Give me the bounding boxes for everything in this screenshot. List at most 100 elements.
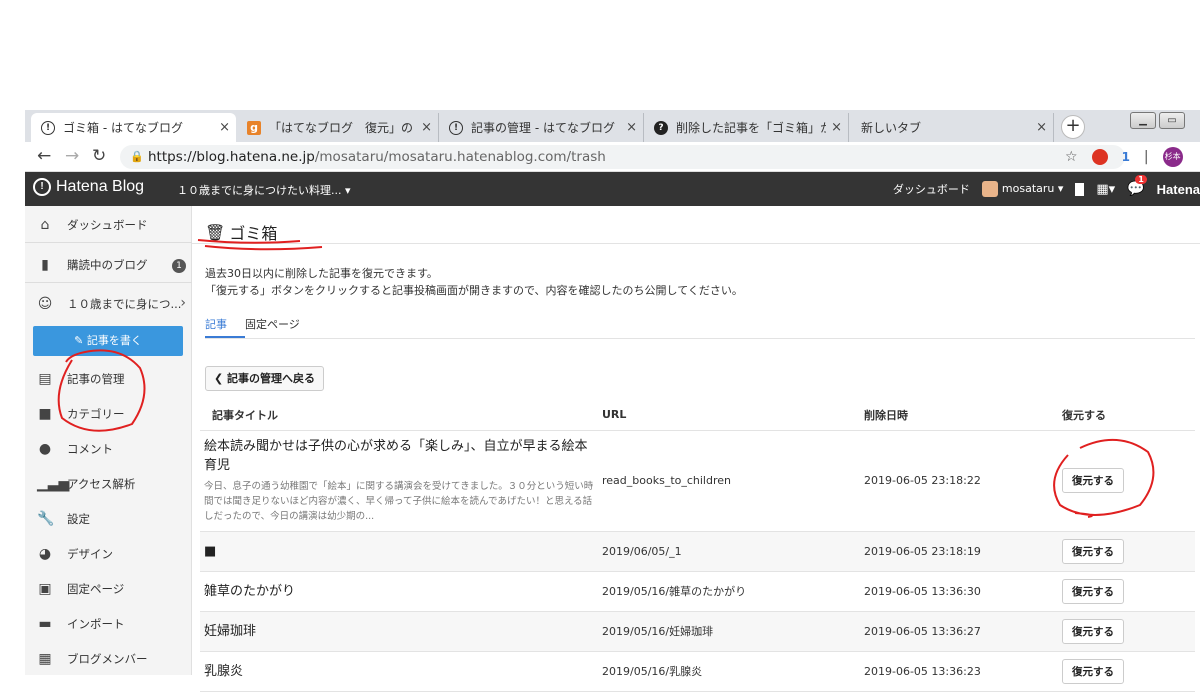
close-icon[interactable]: × (421, 120, 432, 135)
restore-button[interactable]: 復元する (1062, 578, 1124, 604)
url-cell: 2019/05/16/乳腺炎 (602, 651, 864, 692)
col-title: 記事タイトル (200, 400, 602, 431)
extension-icon[interactable] (1091, 149, 1108, 165)
trash-table: 記事タイトル URL 削除日時 復元する 絵本読み聞かせは子供の心が求める「楽し… (200, 400, 1195, 692)
title-cell: 乳腺炎 (200, 651, 602, 692)
tab-title: 新しいタブ (861, 121, 922, 135)
sidebar-item-comments[interactable]: ● コメント (25, 431, 192, 466)
close-icon[interactable]: × (1036, 120, 1047, 135)
restore-button[interactable]: 復元する (1062, 538, 1124, 564)
url-field[interactable]: 🔒 https://blog.hatena.ne.jp/mosataru/mos… (120, 145, 1125, 169)
dashboard-link[interactable]: ダッシュボード (893, 181, 970, 197)
back-arrow-icon[interactable]: ← (37, 146, 51, 166)
article-excerpt: 今日、息子の通う幼稚園で「絵本」に関する講演会を受けてきました。３０分という短い… (204, 481, 594, 522)
separator: | (1143, 149, 1149, 165)
url-host: https://blog.hatena.ne.jp (148, 149, 315, 165)
extension-badge-icon[interactable]: 1 (1122, 150, 1130, 164)
tab-article-manage[interactable]: ! 記事の管理 - はてなブログ × (439, 113, 644, 142)
url-cell: 2019/05/16/雑草のたかがり (602, 571, 864, 612)
sidebar-item-dashboard[interactable]: ⌂ ダッシュボード (25, 208, 192, 243)
sidebar-item-members[interactable]: ▦ ブログメンバー (25, 641, 192, 676)
browser-tab-bar: ! ゴミ箱 - はてなブログ × g 「はてなブログ 復元」の × ! 記事の管… (25, 110, 1200, 142)
title-cell: 雑草のたかがり (200, 571, 602, 612)
palette-icon: ◕ (38, 545, 52, 562)
article-title[interactable]: 妊婦珈琲 (204, 622, 602, 641)
sidebar-item-label: アクセス解析 (67, 476, 136, 491)
deleted-cell: 2019-06-05 23:18:22 (864, 430, 1062, 532)
sidebar-item-design[interactable]: ◕ デザイン (25, 536, 192, 571)
members-icon: ▦ (38, 650, 52, 667)
restore-button[interactable]: 復元する (1062, 618, 1124, 644)
article-title[interactable]: 雑草のたかがり (204, 582, 602, 601)
article-title[interactable]: 絵本読み聞かせは子供の心が求める「楽しみ」、自立が早まる絵本育児 (204, 437, 594, 475)
window-controls: ▁ ▭ (1130, 112, 1185, 129)
tab-help[interactable]: ? 削除した記事を「ゴミ箱」から × (644, 113, 849, 142)
tab-articles[interactable]: 記事 (205, 316, 227, 332)
description: 過去30日以内に削除した記事を復元できます。 「復元する」ボタンをクリックすると… (205, 265, 743, 299)
help-icon: ? (654, 120, 668, 135)
restore-button[interactable]: 復元する (1062, 468, 1124, 493)
profile-avatar[interactable]: 杉本 (1162, 147, 1183, 167)
grid-menu-icon[interactable]: ▦▾ (1096, 182, 1115, 197)
close-icon[interactable]: × (219, 120, 230, 135)
star-icon[interactable]: ☆ (1065, 149, 1078, 165)
close-icon[interactable]: × (626, 120, 637, 135)
hatena-brand[interactable]: Hatena (1157, 182, 1200, 197)
col-restore: 復元する (1062, 400, 1195, 431)
sidebar-item-analytics[interactable]: ▁▃▅ アクセス解析 (25, 466, 192, 501)
tab-google-search[interactable]: g 「はてなブログ 復元」の × (237, 113, 439, 142)
sidebar-item-label: コメント (67, 441, 113, 456)
sidebar-item-label: インポート (67, 616, 125, 631)
count-badge: 1 (172, 259, 186, 273)
divider (192, 243, 1200, 244)
main-content: 🗑 ゴミ箱 過去30日以内に削除した記事を復元できます。 「復元する」ボタンをク… (192, 206, 1200, 692)
page-title: 🗑 ゴミ箱 (205, 220, 277, 244)
article-title[interactable]: ■ (204, 542, 602, 561)
write-article-button[interactable]: ✎ 記事を書く (33, 326, 183, 356)
notification-icon[interactable]: 💬 1 (1127, 175, 1147, 197)
sidebar-item-articles[interactable]: ▤ 記事の管理 (25, 361, 192, 396)
blog-selector[interactable]: １０歳までに身につけたい料理... ▾ (177, 182, 351, 198)
restore-button[interactable]: 復元する (1062, 658, 1124, 684)
tab-title: 削除した記事を「ゴミ箱」から (676, 121, 826, 135)
sidebar-item-category[interactable]: ■ カテゴリー (25, 396, 192, 431)
tab-new[interactable]: 新しいタブ × (849, 113, 1054, 142)
new-tab-button[interactable]: + (1061, 115, 1085, 139)
tab-fixed-pages[interactable]: 固定ページ (245, 316, 300, 332)
back-to-articles-button[interactable]: ❮ 記事の管理へ戻る (205, 366, 325, 391)
chart-icon: ▁▃▅ (37, 475, 70, 492)
url-cell: 2019/05/16/妊婦珈琲 (602, 611, 864, 652)
col-url: URL (602, 400, 864, 431)
hatena-blog-logo[interactable]: ! Hatena Blog (33, 178, 144, 196)
sidebar-item-settings[interactable]: 🔧 設定 (25, 501, 192, 536)
sidebar-item-blog[interactable]: ☺ １０歳までに身につ... › (25, 286, 192, 321)
table-header: 記事タイトル URL 削除日時 復元する (200, 400, 1195, 431)
user-menu[interactable]: mosataru ▾ (981, 181, 1063, 197)
table-row: ■ 2019/06/05/_1 2019-06-05 23:18:19 復元する (200, 531, 1195, 572)
minimize-button[interactable]: ▁ (1130, 112, 1156, 129)
blank-area (0, 0, 1200, 110)
deleted-cell: 2019-06-05 23:18:19 (864, 531, 1062, 572)
restore-cell: 復元する (1062, 430, 1195, 532)
avatar-icon: ☺ (37, 295, 53, 312)
close-icon[interactable]: × (831, 120, 842, 135)
tab-title: 記事の管理 - はてなブログ (471, 121, 615, 135)
hatena-icon: ! (41, 120, 55, 135)
wrench-icon: 🔧 (37, 510, 55, 527)
reload-icon[interactable]: ↻ (92, 146, 106, 166)
deleted-cell: 2019-06-05 13:36:27 (864, 611, 1062, 652)
page-title-text: ゴミ箱 (229, 224, 278, 243)
sidebar-item-subscriptions[interactable]: ▮ 購読中のブログ 1 (25, 248, 192, 283)
tab-trash[interactable]: ! ゴミ箱 - はてなブログ × (31, 113, 236, 142)
sidebar-item-label: １０歳までに身につ... (67, 296, 182, 311)
article-title[interactable]: 乳腺炎 (204, 662, 602, 681)
maximize-button[interactable]: ▭ (1159, 112, 1185, 129)
forward-arrow-icon[interactable]: → (65, 146, 79, 166)
sidebar: ⌂ ダッシュボード ▮ 購読中のブログ 1 ☺ １０歳までに身につ... › ✎… (25, 206, 192, 675)
lock-icon: 🔒 (130, 150, 144, 163)
sidebar-item-import[interactable]: ▬ インポート (25, 606, 192, 641)
sidebar-item-fixed-pages[interactable]: ▣ 固定ページ (25, 571, 192, 606)
bookmark-icon[interactable] (1075, 182, 1085, 196)
sidebar-item-label: 設定 (67, 511, 90, 526)
tab-title: 「はてなブログ 復元」の (269, 121, 414, 135)
